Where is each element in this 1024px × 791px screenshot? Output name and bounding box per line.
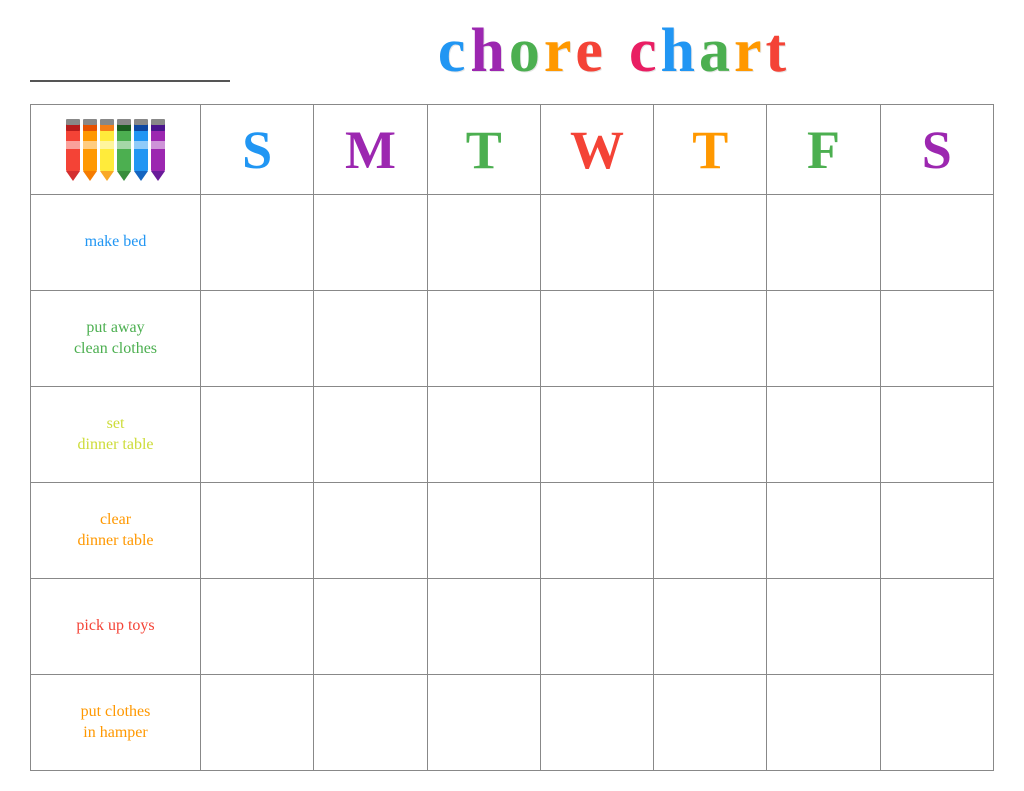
grid-cell-r5c4 xyxy=(541,579,654,674)
chore-set-dinner-table: setdinner table xyxy=(31,387,201,483)
grid-cell-r4c6 xyxy=(767,483,880,578)
day-header-fri: F xyxy=(767,105,880,194)
grid-cell-r2c1 xyxy=(201,291,314,386)
grid-cell-r4c5 xyxy=(654,483,767,578)
chore-clear-dinner-table: cleardinner table xyxy=(31,483,201,579)
grid-cell-r3c1 xyxy=(201,387,314,482)
crayons-group xyxy=(66,119,165,181)
grid-cell-r1c5 xyxy=(654,195,767,290)
grid-cell-r1c1 xyxy=(201,195,314,290)
grid-cell-r2c5 xyxy=(654,291,767,386)
title-letter-h2: h xyxy=(660,20,694,82)
header: c h o r e c h a r t xyxy=(30,20,994,86)
day-header-tue: T xyxy=(428,105,541,194)
chores-column: make bed put awayclean clothes setdinner… xyxy=(31,105,201,770)
title-letter-t2: t xyxy=(765,20,786,82)
crayons-cell xyxy=(31,105,201,195)
title-container: c h o r e c h a r t xyxy=(260,20,994,82)
grid-row-3 xyxy=(201,387,993,483)
grid-cell-r1c3 xyxy=(428,195,541,290)
crayon-yellow xyxy=(100,119,114,181)
grid-cell-r6c4 xyxy=(541,675,654,770)
grid-cell-r5c5 xyxy=(654,579,767,674)
title-letter-r2: r xyxy=(734,20,762,82)
grid-row-5 xyxy=(201,579,993,675)
grid-cell-r2c7 xyxy=(881,291,993,386)
grid-cell-r1c7 xyxy=(881,195,993,290)
grid-cell-r6c1 xyxy=(201,675,314,770)
grid-cell-r2c2 xyxy=(314,291,427,386)
day-header-wed: W xyxy=(541,105,654,194)
grid-cell-r2c3 xyxy=(428,291,541,386)
grid-cell-r6c5 xyxy=(654,675,767,770)
grid-cell-r5c2 xyxy=(314,579,427,674)
grid-row-4 xyxy=(201,483,993,579)
day-header-sun: S xyxy=(201,105,314,194)
grid-cell-r3c3 xyxy=(428,387,541,482)
grid-row-6 xyxy=(201,675,993,770)
grid-cell-r1c4 xyxy=(541,195,654,290)
page: c h o r e c h a r t xyxy=(0,0,1024,791)
grid-cell-r6c3 xyxy=(428,675,541,770)
title-letter-o1: o xyxy=(509,20,540,82)
grid-cell-r5c1 xyxy=(201,579,314,674)
grid-cell-r5c7 xyxy=(881,579,993,674)
grid-row-1 xyxy=(201,195,993,291)
title-letter-r1: r xyxy=(544,20,572,82)
chore-put-away-clothes: put awayclean clothes xyxy=(31,291,201,387)
grid-cell-r4c4 xyxy=(541,483,654,578)
grid-cell-r1c6 xyxy=(767,195,880,290)
grid-cell-r3c4 xyxy=(541,387,654,482)
grid-row-2 xyxy=(201,291,993,387)
title-letter-e1: e xyxy=(575,20,603,82)
day-header-thu: T xyxy=(654,105,767,194)
days-grid: S M T W T F S xyxy=(201,105,993,770)
crayon-green xyxy=(117,119,131,181)
grid-cell-r4c1 xyxy=(201,483,314,578)
main-content: make bed put awayclean clothes setdinner… xyxy=(30,104,994,771)
chore-chart-title: c h o r e c h a r t xyxy=(438,20,786,82)
grid-cell-r3c5 xyxy=(654,387,767,482)
crayon-blue xyxy=(134,119,148,181)
name-line xyxy=(30,52,230,82)
grid-cell-r6c2 xyxy=(314,675,427,770)
grid-cell-r4c2 xyxy=(314,483,427,578)
day-header-mon: M xyxy=(314,105,427,194)
grid-cell-r2c4 xyxy=(541,291,654,386)
grid-cell-r4c3 xyxy=(428,483,541,578)
title-letter-h1: h xyxy=(470,20,504,82)
grid-cell-r5c3 xyxy=(428,579,541,674)
grid-cell-r5c6 xyxy=(767,579,880,674)
grid-cell-r3c2 xyxy=(314,387,427,482)
days-header-row: S M T W T F S xyxy=(201,105,993,195)
grid-cell-r4c7 xyxy=(881,483,993,578)
crayon-orange xyxy=(83,119,97,181)
title-letter-c1: c xyxy=(438,20,467,82)
title-letter-a2: a xyxy=(699,20,730,82)
chore-make-bed: make bed xyxy=(31,195,201,291)
grid-cell-r2c6 xyxy=(767,291,880,386)
grid-cell-r6c6 xyxy=(767,675,880,770)
grid-cell-r3c7 xyxy=(881,387,993,482)
day-header-sat: S xyxy=(881,105,993,194)
grid-cell-r1c2 xyxy=(314,195,427,290)
chore-pick-up-toys: pick up toys xyxy=(31,579,201,675)
grid-cell-r6c7 xyxy=(881,675,993,770)
chore-put-clothes-hamper: put clothesin hamper xyxy=(31,675,201,770)
crayon-red xyxy=(66,119,80,181)
grid-cell-r3c6 xyxy=(767,387,880,482)
crayon-purple xyxy=(151,119,165,181)
title-letter-c2: c xyxy=(629,20,657,82)
